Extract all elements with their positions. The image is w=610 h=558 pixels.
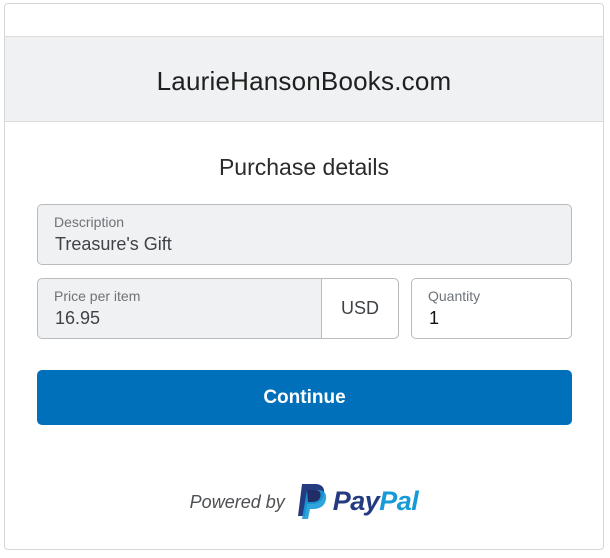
checkout-card: LaurieHansonBooks.com Purchase details D…	[4, 3, 604, 550]
quantity-field[interactable]: Quantity	[411, 278, 572, 339]
paypal-logo-icon	[297, 484, 326, 519]
description-label: Description	[54, 214, 125, 230]
powered-by-paypal: Powered by PayPal	[5, 482, 603, 520]
paypal-wordmark-pal: Pal	[379, 485, 419, 516]
quantity-label: Quantity	[428, 288, 481, 304]
paypal-wordmark: PayPal	[333, 486, 419, 517]
purchase-details-title: Purchase details	[218, 154, 390, 180]
price-field: Price per item 16.95 USD	[37, 278, 399, 339]
merchant-header: LaurieHansonBooks.com	[5, 36, 603, 122]
powered-by-text: Powered by	[189, 491, 285, 512]
currency-badge: USD	[321, 279, 398, 338]
price-value: 16.95	[55, 308, 101, 328]
merchant-name: LaurieHansonBooks.com	[156, 65, 452, 96]
price-label: Price per item	[54, 288, 141, 304]
paypal-wordmark-pay: Pay	[332, 485, 380, 516]
continue-button[interactable]: Continue	[37, 370, 572, 425]
description-field: Description Treasure's Gift	[37, 204, 572, 265]
quantity-input[interactable]	[429, 308, 549, 329]
description-value: Treasure's Gift	[55, 234, 172, 254]
